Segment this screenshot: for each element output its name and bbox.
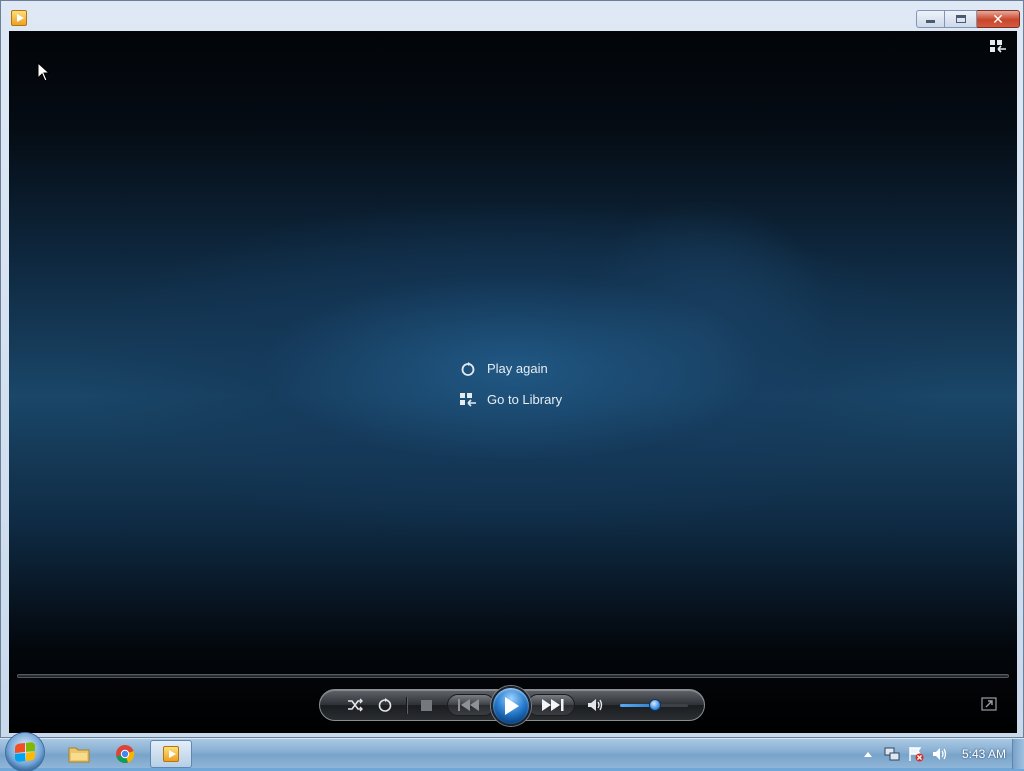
switch-to-now-playing-icon[interactable] <box>981 697 997 711</box>
mouse-cursor-icon <box>37 62 51 82</box>
title-bar[interactable]: ✕ <box>1 1 1023 31</box>
play-again-button[interactable]: Play again <box>459 353 562 384</box>
caption-buttons: ✕ <box>916 10 1020 28</box>
maximize-button[interactable] <box>945 10 977 28</box>
speaker-icon[interactable] <box>932 746 948 762</box>
taskbar-explorer[interactable] <box>58 740 100 768</box>
taskbar: 5:43 AM <box>0 733 1024 771</box>
action-center-flag-icon[interactable] <box>908 746 924 762</box>
replay-icon <box>459 360 477 378</box>
go-to-library-button[interactable]: Go to Library <box>459 384 562 415</box>
repeat-button[interactable] <box>374 690 396 720</box>
taskbar-media-player[interactable] <box>150 740 192 768</box>
minimize-button[interactable] <box>916 10 945 28</box>
next-icon <box>542 699 564 711</box>
shuffle-button[interactable] <box>344 690 366 720</box>
video-stage[interactable]: Play again Go to Library <box>9 31 1017 733</box>
next-button[interactable] <box>527 694 575 716</box>
volume-icon <box>588 699 603 711</box>
repeat-icon <box>378 698 392 712</box>
seek-bar[interactable] <box>17 674 1009 678</box>
taskbar-clock[interactable]: 5:43 AM <box>962 747 1006 761</box>
explorer-icon <box>68 747 90 763</box>
transport-controls <box>319 686 705 726</box>
show-hidden-icons-arrow[interactable] <box>860 746 876 762</box>
media-player-icon[interactable] <box>11 10 27 26</box>
play-again-label: Play again <box>487 361 548 376</box>
volume-slider-thumb[interactable] <box>649 699 661 711</box>
end-of-playback-menu: Play again Go to Library <box>459 353 562 415</box>
mute-button[interactable] <box>584 690 608 720</box>
system-tray: 5:43 AM <box>856 739 1024 769</box>
maximize-icon <box>955 15 966 23</box>
separator <box>406 697 407 714</box>
start-button[interactable] <box>6 733 44 771</box>
media-player-window: ✕ Play again Go to Library <box>0 0 1024 738</box>
taskbar-chrome[interactable] <box>104 740 146 768</box>
previous-button[interactable] <box>447 694 495 716</box>
stop-icon <box>420 699 432 711</box>
previous-icon <box>458 699 479 711</box>
media-player-icon <box>163 746 179 762</box>
play-button[interactable] <box>491 686 531 726</box>
windows-logo-icon <box>15 741 35 763</box>
shuffle-icon <box>348 698 363 712</box>
minimize-icon <box>926 20 935 23</box>
go-to-library-label: Go to Library <box>487 392 563 407</box>
close-button[interactable]: ✕ <box>977 10 1020 28</box>
library-icon <box>459 391 477 409</box>
close-icon: ✕ <box>992 11 1004 27</box>
play-icon <box>505 697 519 715</box>
switch-to-library-icon[interactable] <box>989 39 1007 55</box>
show-desktop-button[interactable] <box>1012 739 1024 769</box>
chrome-icon <box>116 745 135 764</box>
stop-button[interactable] <box>415 690 437 720</box>
network-icon[interactable] <box>884 746 900 762</box>
